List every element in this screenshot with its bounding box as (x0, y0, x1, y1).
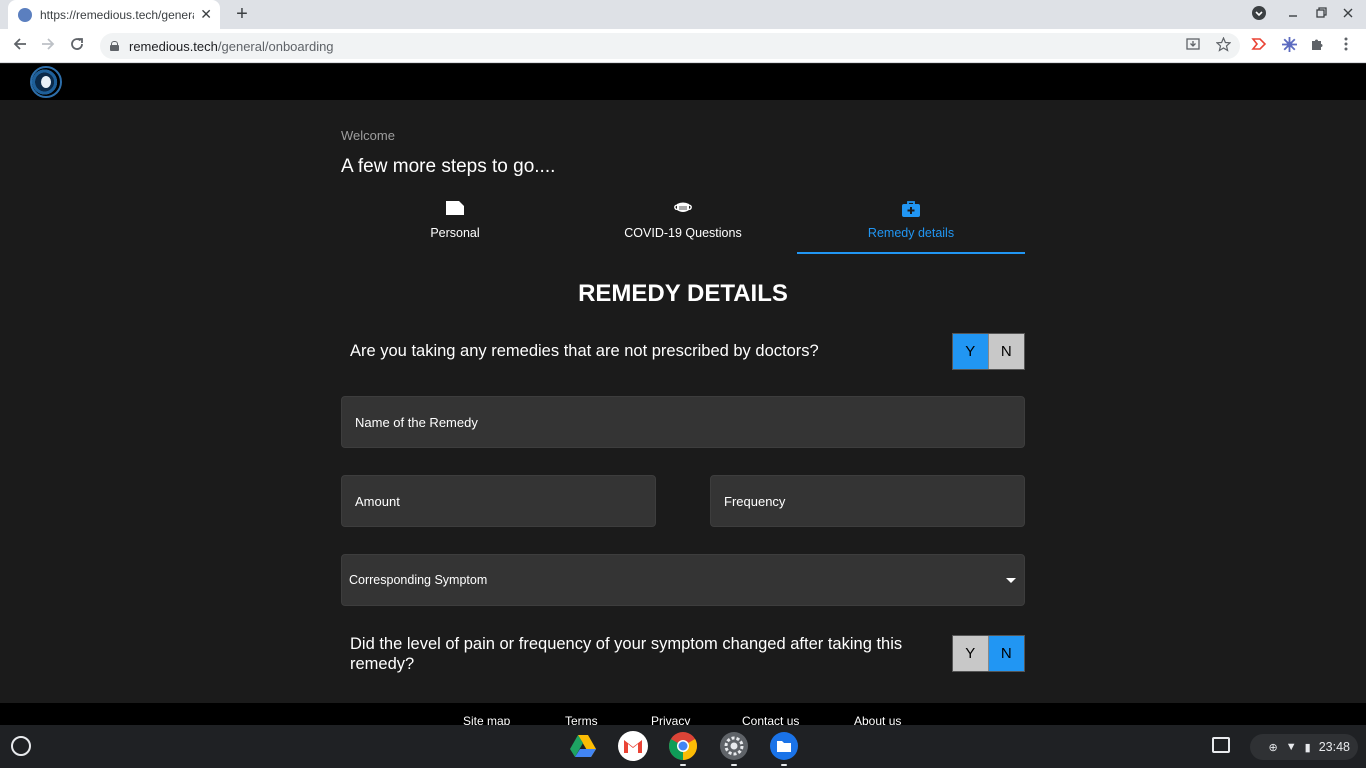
yes-button[interactable]: Y (953, 334, 989, 369)
remedy-name-field[interactable]: Name of the Remedy (341, 396, 1025, 448)
footer-link-site-map[interactable]: Site map (463, 714, 510, 725)
id-card-icon (445, 200, 465, 216)
yes-no-toggle-non-prescribed: Y N (952, 333, 1025, 370)
add-circle-icon: ⊕ (1268, 741, 1278, 754)
settings-gear-icon[interactable] (719, 731, 749, 761)
site-footer: Site map Terms Privacy Contact us About … (0, 703, 1366, 725)
footer-link-contact-us[interactable]: Contact us (742, 714, 799, 725)
browser-toolbar: remedious.tech/general/onboarding (0, 29, 1366, 63)
launcher-icon[interactable] (11, 736, 31, 756)
wifi-icon: ▼ (1285, 741, 1297, 753)
url-text: remedious.tech/general/onboarding (129, 38, 334, 54)
extension-flower-icon[interactable] (1280, 37, 1298, 55)
site-logo[interactable] (30, 66, 62, 98)
yes-no-toggle-symptom-change: Y N (952, 635, 1025, 672)
bookmark-star-icon[interactable] (1214, 36, 1232, 55)
amount-field[interactable]: Amount (341, 475, 656, 527)
status-tray[interactable]: ⊕ ▼ ▮ 23:48 (1250, 734, 1358, 760)
chrome-icon[interactable] (668, 731, 698, 761)
no-button[interactable]: N (988, 334, 1024, 369)
question-symptom-change: Did the level of pain or frequency of yo… (350, 635, 903, 673)
os-shelf: ⊕ ▼ ▮ 23:48 (0, 725, 1366, 768)
section-title: REMEDY DETAILS (578, 280, 788, 307)
site-header (0, 64, 1366, 100)
tab-search-icon[interactable] (1252, 6, 1266, 23)
new-tab-button[interactable]: + (232, 4, 252, 24)
browser-tabstrip: https://remedious.tech/general/onboardin… (0, 0, 1366, 29)
globe-icon (18, 7, 32, 22)
running-indicator (680, 764, 686, 766)
extension-red-icon[interactable] (1250, 37, 1268, 54)
footer-link-terms[interactable]: Terms (565, 714, 598, 725)
restore-icon[interactable] (1316, 6, 1327, 21)
footer-link-privacy[interactable]: Privacy (651, 714, 690, 725)
tab-title: https://remedious.tech/general/onboardin… (40, 7, 194, 22)
running-indicator (731, 764, 737, 766)
files-icon[interactable] (769, 731, 799, 761)
minimize-icon[interactable] (1288, 6, 1298, 21)
back-icon[interactable] (10, 36, 30, 56)
select-value: Corresponding Symptom (349, 573, 488, 587)
menu-kebab-icon[interactable] (1337, 37, 1355, 54)
onboarding-main: Welcome A few more steps to go.... Perso… (341, 100, 1025, 703)
gmail-icon[interactable] (618, 731, 648, 761)
page-headline: A few more steps to go.... (341, 156, 556, 177)
clock: 23:48 (1318, 740, 1350, 754)
holding-space-icon[interactable] (1212, 737, 1230, 753)
frequency-field[interactable]: Frequency (710, 475, 1025, 527)
caret-down-icon (1006, 577, 1016, 583)
step-label: Personal (430, 226, 480, 240)
running-indicator (781, 764, 787, 766)
tab-close-icon[interactable]: ✕ (200, 6, 212, 23)
step-label: Remedy details (867, 226, 955, 240)
yes-button[interactable]: Y (953, 636, 989, 671)
extensions-puzzle-icon[interactable] (1308, 37, 1326, 54)
step-personal[interactable]: Personal (341, 196, 569, 254)
welcome-text: Welcome (341, 128, 395, 143)
install-icon[interactable] (1184, 37, 1202, 54)
corresponding-symptom-select[interactable]: Corresponding Symptom (341, 554, 1025, 606)
lock-icon[interactable] (110, 41, 119, 51)
google-drive-icon[interactable] (568, 731, 598, 761)
step-remedy-details[interactable]: Remedy details (797, 196, 1025, 254)
battery-icon: ▮ (1304, 741, 1311, 754)
forward-icon[interactable] (38, 36, 58, 56)
address-bar[interactable]: remedious.tech/general/onboarding (100, 33, 1240, 59)
onboarding-steps: Personal COVID-19 Questions Remedy detai… (341, 196, 1025, 254)
medkit-icon (901, 200, 921, 217)
question-non-prescribed: Are you taking any remedies that are not… (350, 342, 819, 360)
close-window-icon[interactable] (1343, 6, 1353, 21)
footer-link-about-us[interactable]: About us (854, 714, 901, 725)
step-label: COVID-19 Questions (624, 226, 742, 240)
step-covid-questions[interactable]: COVID-19 Questions (569, 196, 797, 254)
mask-icon (673, 200, 693, 216)
reload-icon[interactable] (67, 36, 87, 56)
no-button[interactable]: N (988, 636, 1024, 671)
browser-tab[interactable]: https://remedious.tech/general/onboardin… (8, 0, 220, 29)
